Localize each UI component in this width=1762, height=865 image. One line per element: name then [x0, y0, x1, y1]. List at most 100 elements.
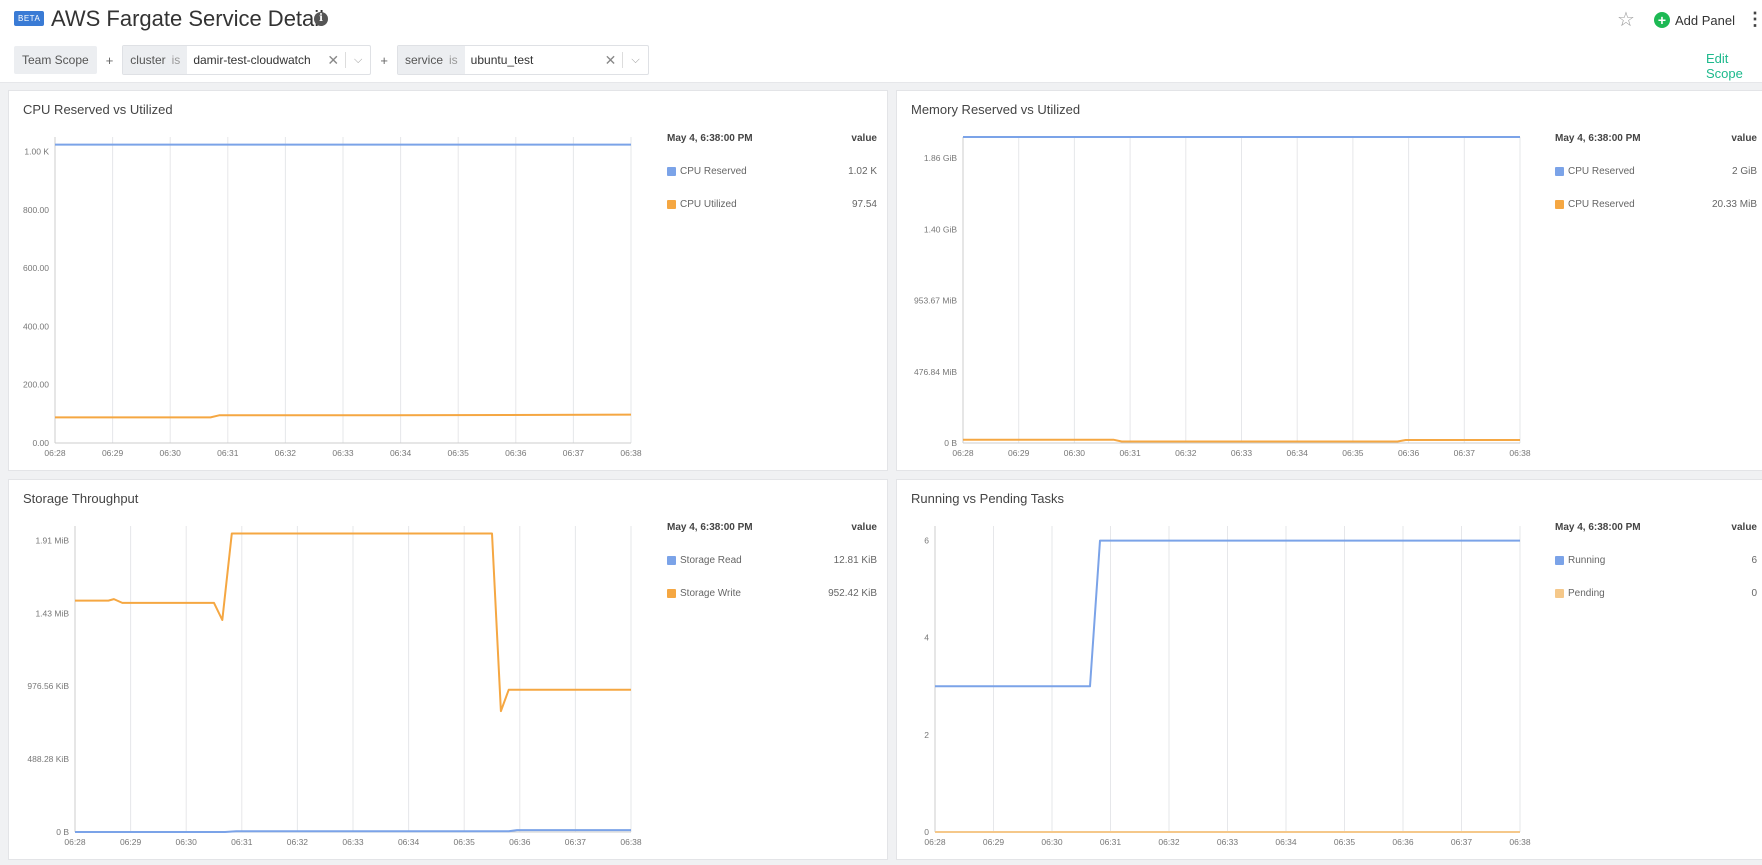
x-tick-label: 06:32 — [1158, 837, 1180, 847]
y-tick-label: 2 — [924, 730, 929, 740]
legend-entry[interactable]: CPU Reserved 2 GiB — [1555, 166, 1757, 177]
dashboard-header: BETA AWS Fargate Service Detail i ☆ + Ad… — [0, 0, 1762, 83]
y-tick-label: 600.00 — [23, 263, 49, 273]
x-tick-label: 06:29 — [120, 837, 142, 847]
chevron-down-icon[interactable]: ⌵ — [631, 54, 639, 67]
chart-legend: May 4, 6:38:00 PM value Running 6 Pending 0 — [1555, 522, 1757, 599]
x-tick-label: 06:30 — [160, 448, 182, 458]
y-tick-label: 200.00 — [23, 380, 49, 390]
legend-entry[interactable]: CPU Utilized 97.54 — [667, 199, 877, 210]
x-tick-label: 06:38 — [1509, 837, 1531, 847]
legend-header: May 4, 6:38:00 PM value — [1555, 522, 1757, 533]
x-tick-label: 06:35 — [454, 837, 476, 847]
legend-swatch — [667, 589, 676, 598]
x-tick-label: 06:32 — [287, 837, 309, 847]
legend-entry[interactable]: CPU Reserved 20.33 MiB — [1555, 199, 1757, 210]
legend-label: CPU Reserved — [1568, 199, 1635, 210]
panel-storage: Storage Throughput 06:28 06:29 06:30 06:31 06… — [8, 479, 888, 860]
panel-cpu: CPU Reserved vs Utilized 06:28 06:29 06:30 0… — [8, 90, 888, 471]
x-tick-label: 06:37 — [1451, 837, 1473, 847]
beta-badge: BETA — [14, 11, 45, 26]
legend-header: May 4, 6:38:00 PM value — [1555, 133, 1757, 144]
legend-label: CPU Reserved — [1568, 166, 1635, 177]
page-title: AWS Fargate Service Detail — [51, 6, 325, 31]
x-tick-label: 06:34 — [1275, 837, 1297, 847]
y-tick-label: 1.86 GiB — [924, 153, 957, 163]
legend-entry[interactable]: Storage Read 12.81 KiB — [667, 555, 877, 566]
legend-value: 97.54 — [851, 199, 877, 210]
x-tick-label: 06:35 — [1334, 837, 1356, 847]
team-scope-chip[interactable]: Team Scope — [14, 46, 97, 74]
legend-label: Pending — [1568, 588, 1605, 599]
chevron-down-icon[interactable]: ⌵ — [354, 54, 362, 67]
legend-value-header: value — [1731, 133, 1757, 144]
y-tick-label: 6 — [924, 536, 929, 546]
chart-legend: May 4, 6:38:00 PM value Storage Read 12.81 … — [667, 522, 877, 599]
legend-entry[interactable]: Storage Write 952.42 KiB — [667, 588, 877, 599]
y-tick-label: 0 B — [56, 827, 69, 837]
x-tick-label: 06:36 — [1398, 448, 1420, 458]
x-tick-label: 06:37 — [563, 448, 585, 458]
legend-swatch — [667, 556, 676, 565]
x-tick-label: 06:33 — [1217, 837, 1239, 847]
filter-key[interactable]: service is — [397, 46, 465, 74]
y-tick-label: 1.43 MiB — [35, 608, 69, 618]
legend-header: May 4, 6:38:00 PM value — [667, 133, 877, 144]
filter-value[interactable]: ubuntu_test — [465, 53, 599, 67]
filter-key[interactable]: cluster is — [123, 46, 188, 74]
legend-value-header: value — [1731, 522, 1757, 533]
legend-value: 0 — [1751, 588, 1757, 599]
y-tick-label: 953.67 MiB — [914, 296, 957, 306]
x-tick-label: 06:31 — [231, 837, 253, 847]
legend-entry[interactable]: Pending 0 — [1555, 588, 1757, 599]
x-tick-label: 06:31 — [217, 448, 239, 458]
x-tick-label: 06:36 — [1392, 837, 1414, 847]
x-tick-label: 06:28 — [924, 837, 946, 847]
x-tick-label: 06:29 — [1008, 448, 1030, 458]
add-panel-button[interactable]: + Add Panel — [1654, 10, 1735, 30]
more-options-icon[interactable]: ⋮ — [1746, 9, 1762, 30]
y-tick-label: 0.00 — [32, 438, 49, 448]
x-tick-label: 06:38 — [1509, 448, 1531, 458]
y-tick-label: 1.91 MiB — [35, 535, 69, 545]
legend-swatch — [667, 200, 676, 209]
panel-memory: Memory Reserved vs Utilized 06:28 06:29 06:… — [896, 90, 1762, 471]
legend-value-header: value — [851, 133, 877, 144]
clear-icon[interactable]: ✕ — [605, 52, 617, 69]
clear-icon[interactable]: ✕ — [327, 52, 339, 69]
legend-label: Storage Read — [680, 555, 742, 566]
add-panel-label: Add Panel — [1675, 12, 1735, 28]
legend-timestamp: May 4, 6:38:00 PM — [667, 133, 753, 144]
edit-scope-link[interactable]: Edit Scope — [1706, 51, 1762, 81]
legend-value: 1.02 K — [848, 166, 877, 177]
x-tick-label: 06:37 — [1454, 448, 1476, 458]
legend-swatch — [1555, 589, 1564, 598]
legend-label: CPU Utilized — [680, 199, 737, 210]
y-tick-label: 1.40 GiB — [924, 224, 957, 234]
y-tick-label: 0 B — [944, 438, 957, 448]
plus-circle-icon: + — [1654, 12, 1670, 28]
scope-bar: Team Scope + cluster is damir-test-cloudw… — [14, 45, 649, 75]
legend-entry[interactable]: CPU Reserved 1.02 K — [667, 166, 877, 177]
x-tick-label: 06:34 — [398, 837, 420, 847]
legend-label: Running — [1568, 555, 1606, 566]
scope-filter-service[interactable]: service is ubuntu_test ✕ ⌵ — [396, 45, 649, 75]
star-icon[interactable]: ☆ — [1617, 7, 1635, 32]
y-tick-label: 476.84 MiB — [914, 367, 957, 377]
legend-header: May 4, 6:38:00 PM value — [667, 522, 877, 533]
scope-filter-cluster[interactable]: cluster is damir-test-cloudwatch ✕ ⌵ — [122, 45, 372, 75]
x-tick-label: 06:35 — [448, 448, 470, 458]
info-icon[interactable]: i — [314, 12, 328, 26]
x-tick-label: 06:34 — [390, 448, 412, 458]
legend-label: Storage Write — [680, 588, 741, 599]
filter-value[interactable]: damir-test-cloudwatch — [187, 53, 321, 67]
legend-entry[interactable]: Running 6 — [1555, 555, 1757, 566]
legend-swatch — [1555, 167, 1564, 176]
panel-tasks: Running vs Pending Tasks 06:28 06:29 06:30 0… — [896, 479, 1762, 860]
y-tick-label: 1.00 K — [24, 147, 49, 157]
x-tick-label: 06:28 — [64, 837, 86, 847]
legend-swatch — [1555, 200, 1564, 209]
x-tick-label: 06:34 — [1287, 448, 1309, 458]
plus-icon: + — [105, 52, 114, 68]
legend-value: 2 GiB — [1731, 166, 1757, 177]
